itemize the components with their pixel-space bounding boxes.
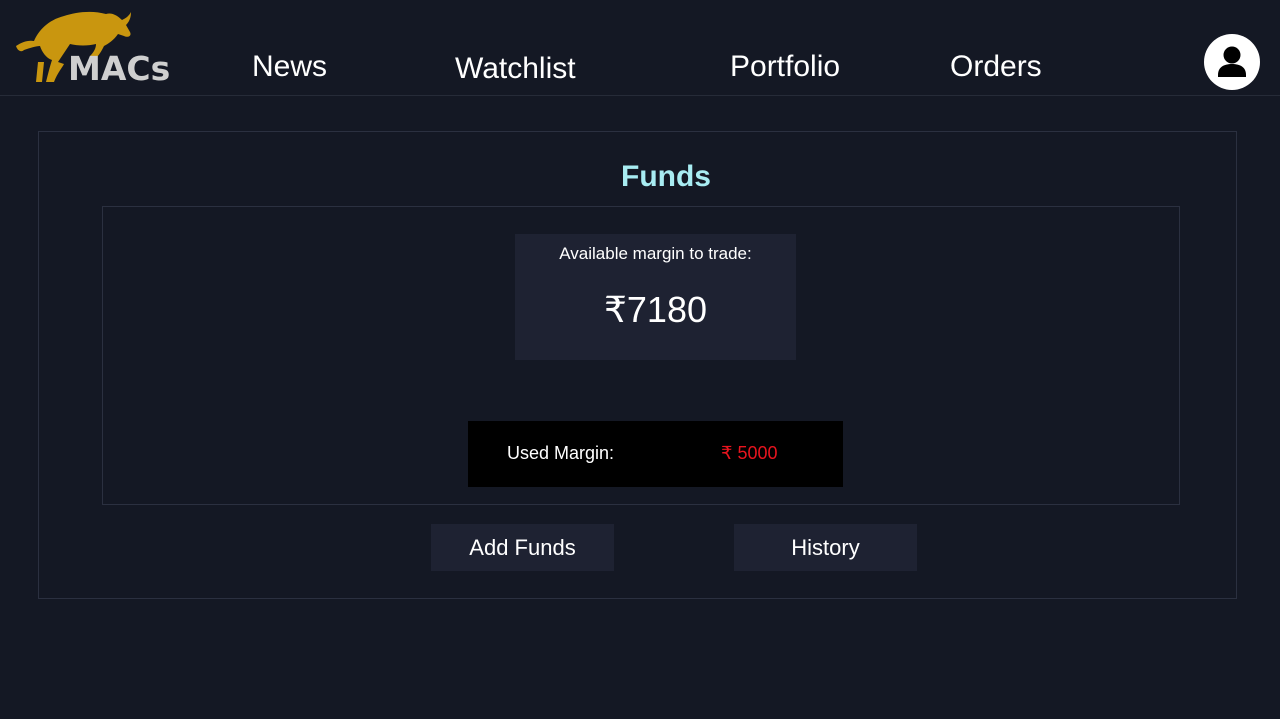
nav-orders[interactable]: Orders bbox=[950, 52, 1042, 82]
available-margin-card: Available margin to trade: ₹7180 bbox=[515, 234, 796, 360]
user-icon bbox=[1218, 46, 1246, 77]
nav-watchlist[interactable]: Watchlist bbox=[455, 54, 576, 84]
nav-portfolio[interactable]: Portfolio bbox=[730, 52, 840, 82]
available-margin-label: Available margin to trade: bbox=[559, 244, 752, 263]
nav-news[interactable]: News bbox=[252, 52, 327, 82]
history-button[interactable]: History bbox=[734, 524, 917, 571]
funds-title: Funds bbox=[621, 160, 711, 193]
used-margin-card: Used Margin: ₹ 5000 bbox=[468, 421, 843, 487]
used-margin-label: Used Margin: bbox=[507, 443, 615, 463]
top-navbar: MACs News Watchlist Portfolio Orders bbox=[0, 0, 1280, 96]
brand-logo[interactable]: MACs bbox=[14, 6, 174, 86]
funds-page: MACs News Watchlist Portfolio Orders Fun… bbox=[0, 0, 1280, 719]
add-funds-button[interactable]: Add Funds bbox=[431, 524, 614, 571]
available-margin-amount: ₹7180 bbox=[604, 289, 707, 330]
logo-text: MACs bbox=[68, 49, 171, 88]
profile-avatar-button[interactable] bbox=[1204, 34, 1260, 90]
used-margin-amount: ₹ 5000 bbox=[721, 443, 778, 463]
